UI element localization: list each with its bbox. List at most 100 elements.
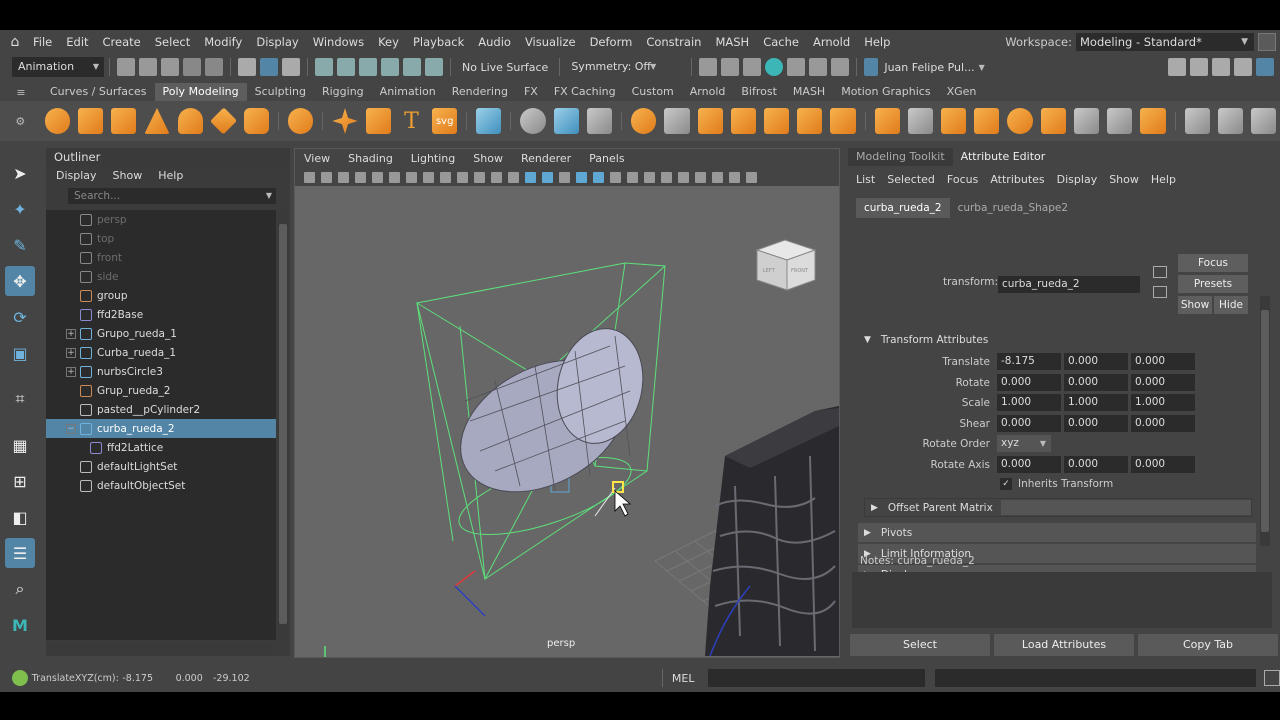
- outliner-search-input[interactable]: Search...: [68, 188, 276, 204]
- extract-icon[interactable]: [697, 108, 723, 134]
- rotate-axis-y-field[interactable]: 0.000: [1064, 456, 1128, 473]
- command-input[interactable]: [708, 669, 926, 687]
- select-button[interactable]: Select: [850, 634, 990, 656]
- scale-z-field[interactable]: 1.000: [1131, 394, 1195, 411]
- viewport-menu-lighting[interactable]: Lighting: [402, 152, 464, 165]
- render-view-icon[interactable]: [699, 58, 718, 76]
- rotate-z-field[interactable]: 0.000: [1131, 374, 1195, 391]
- ae-menu-focus[interactable]: Focus: [941, 173, 984, 186]
- shelf-tab-fx-caching[interactable]: FX Caching: [546, 83, 624, 101]
- menu-deform[interactable]: Deform: [583, 30, 640, 54]
- mirror-icon[interactable]: [664, 108, 690, 134]
- outliner-node[interactable]: Grup_rueda_2: [46, 381, 276, 400]
- workspace-dropdown[interactable]: Modeling - Standard*: [1076, 33, 1254, 51]
- ae-menu-list[interactable]: List: [850, 173, 881, 186]
- menu-select[interactable]: Select: [148, 30, 197, 54]
- shelf-tab-bifrost[interactable]: Bifrost: [733, 83, 785, 101]
- expand-toggle-icon[interactable]: −: [66, 423, 76, 434]
- ae-menu-display[interactable]: Display: [1051, 173, 1104, 186]
- symmetry-dropdown[interactable]: Symmetry: Off: [565, 57, 662, 77]
- pause-icon[interactable]: [831, 58, 850, 76]
- attribute-editor-icon[interactable]: [1190, 58, 1208, 76]
- outliner-node[interactable]: + Curba_rueda_1: [46, 343, 276, 362]
- pivots-frame[interactable]: ▶ Pivots: [858, 523, 1256, 542]
- type-tool-icon[interactable]: T: [399, 108, 424, 134]
- shelf-tab-animation[interactable]: Animation: [372, 83, 444, 101]
- wireframe-icon[interactable]: [525, 171, 536, 183]
- smooth-shade-icon[interactable]: [542, 171, 553, 183]
- presets-button[interactable]: Presets: [1178, 275, 1248, 293]
- outliner-menu-display[interactable]: Display: [48, 169, 105, 182]
- xray-components-icon[interactable]: [746, 171, 757, 183]
- live-surface-label[interactable]: No Live Surface: [462, 61, 548, 74]
- boolean-icon[interactable]: [631, 108, 657, 134]
- xray-joints-icon[interactable]: [729, 171, 740, 183]
- xray-icon[interactable]: [712, 171, 723, 183]
- single-perspective-icon[interactable]: ▦: [5, 430, 35, 460]
- poly-torus-icon[interactable]: [177, 108, 203, 134]
- planar-mapping-icon[interactable]: [1140, 108, 1166, 134]
- lasso-tool-icon[interactable]: ✦: [5, 194, 35, 224]
- shelf-settings-icon[interactable]: ⚙: [0, 115, 41, 128]
- safe-action-icon[interactable]: [491, 171, 502, 183]
- outliner-node[interactable]: defaultLightSet: [46, 457, 276, 476]
- focus-output-icon[interactable]: [1153, 286, 1167, 298]
- safe-title-icon[interactable]: [508, 171, 519, 183]
- menu-key[interactable]: Key: [371, 30, 406, 54]
- snap-curve-icon[interactable]: [337, 58, 355, 76]
- rotate-axis-z-field[interactable]: 0.000: [1131, 456, 1195, 473]
- outliner-node[interactable]: front: [46, 248, 276, 267]
- persp-outliner-icon[interactable]: ◧: [5, 502, 35, 532]
- expand-toggle-icon[interactable]: +: [66, 347, 76, 358]
- transform-attributes-frame[interactable]: ▼ Transform Attributes: [858, 330, 1256, 349]
- menu-arnold[interactable]: Arnold: [806, 30, 857, 54]
- outliner-layout-icon[interactable]: ☰: [5, 538, 35, 568]
- smooth-tool-icon[interactable]: [1184, 108, 1210, 134]
- quad-draw-icon[interactable]: [1040, 108, 1066, 134]
- scroll-thumb[interactable]: [279, 224, 287, 624]
- menu-windows[interactable]: Windows: [306, 30, 371, 54]
- platonic-solid-icon[interactable]: [288, 108, 314, 134]
- outliner-menu-help[interactable]: Help: [150, 169, 191, 182]
- search-icon[interactable]: ⌕: [5, 574, 35, 604]
- select-object-icon[interactable]: [260, 58, 278, 76]
- 2d-pan-icon[interactable]: [372, 171, 383, 183]
- undo-icon[interactable]: [183, 58, 201, 76]
- wireframe-on-shaded-icon[interactable]: [576, 171, 587, 183]
- poly-cone-icon[interactable]: [144, 108, 170, 134]
- user-name[interactable]: Juan Felipe Pul...: [884, 61, 974, 74]
- tab-modeling-toolkit[interactable]: Modeling Toolkit: [848, 148, 953, 166]
- menu-modify[interactable]: Modify: [197, 30, 249, 54]
- camera-attr-icon[interactable]: [321, 171, 332, 183]
- script-language-toggle[interactable]: MEL: [672, 672, 695, 685]
- scroll-thumb[interactable]: [1261, 310, 1269, 532]
- mash-logo-icon[interactable]: M: [5, 610, 35, 640]
- load-attributes-button[interactable]: Load Attributes: [994, 634, 1134, 656]
- outliner-node[interactable]: persp: [46, 210, 276, 229]
- ssao-icon[interactable]: [644, 171, 655, 183]
- motion-blur-icon[interactable]: [661, 171, 672, 183]
- outliner-node[interactable]: top: [46, 229, 276, 248]
- viewport-menu-view[interactable]: View: [295, 152, 339, 165]
- user-menu-chevron-icon[interactable]: ▼: [979, 63, 985, 72]
- ae-menu-selected[interactable]: Selected: [881, 173, 941, 186]
- snap-center-icon[interactable]: [425, 58, 443, 76]
- offset-parent-matrix-frame[interactable]: ▶ Offset Parent Matrix: [864, 498, 1252, 517]
- super-shape-icon[interactable]: [332, 108, 358, 134]
- render-frame-icon[interactable]: [721, 58, 740, 76]
- uv-editor-icon[interactable]: [1107, 108, 1133, 134]
- menu-mash[interactable]: MASH: [708, 30, 756, 54]
- outliner-node[interactable]: pasted__pCylinder2: [46, 400, 276, 419]
- textured-cube[interactable]: [705, 406, 839, 657]
- bevel-icon[interactable]: [830, 108, 856, 134]
- outliner-node[interactable]: ffd2Base: [46, 305, 276, 324]
- shear-x-field[interactable]: 0.000: [997, 415, 1061, 432]
- scale-tool-icon[interactable]: ▣: [5, 338, 35, 368]
- snap-grid-icon[interactable]: [315, 58, 333, 76]
- sweep-mesh-icon[interactable]: [365, 108, 391, 134]
- inherits-transform-checkbox[interactable]: ✓: [1000, 478, 1012, 490]
- textured-icon[interactable]: [593, 171, 604, 183]
- rotate-x-field[interactable]: 0.000: [997, 374, 1061, 391]
- arnold-render-icon[interactable]: [809, 58, 828, 76]
- outliner-hscrollbar[interactable]: [46, 644, 276, 654]
